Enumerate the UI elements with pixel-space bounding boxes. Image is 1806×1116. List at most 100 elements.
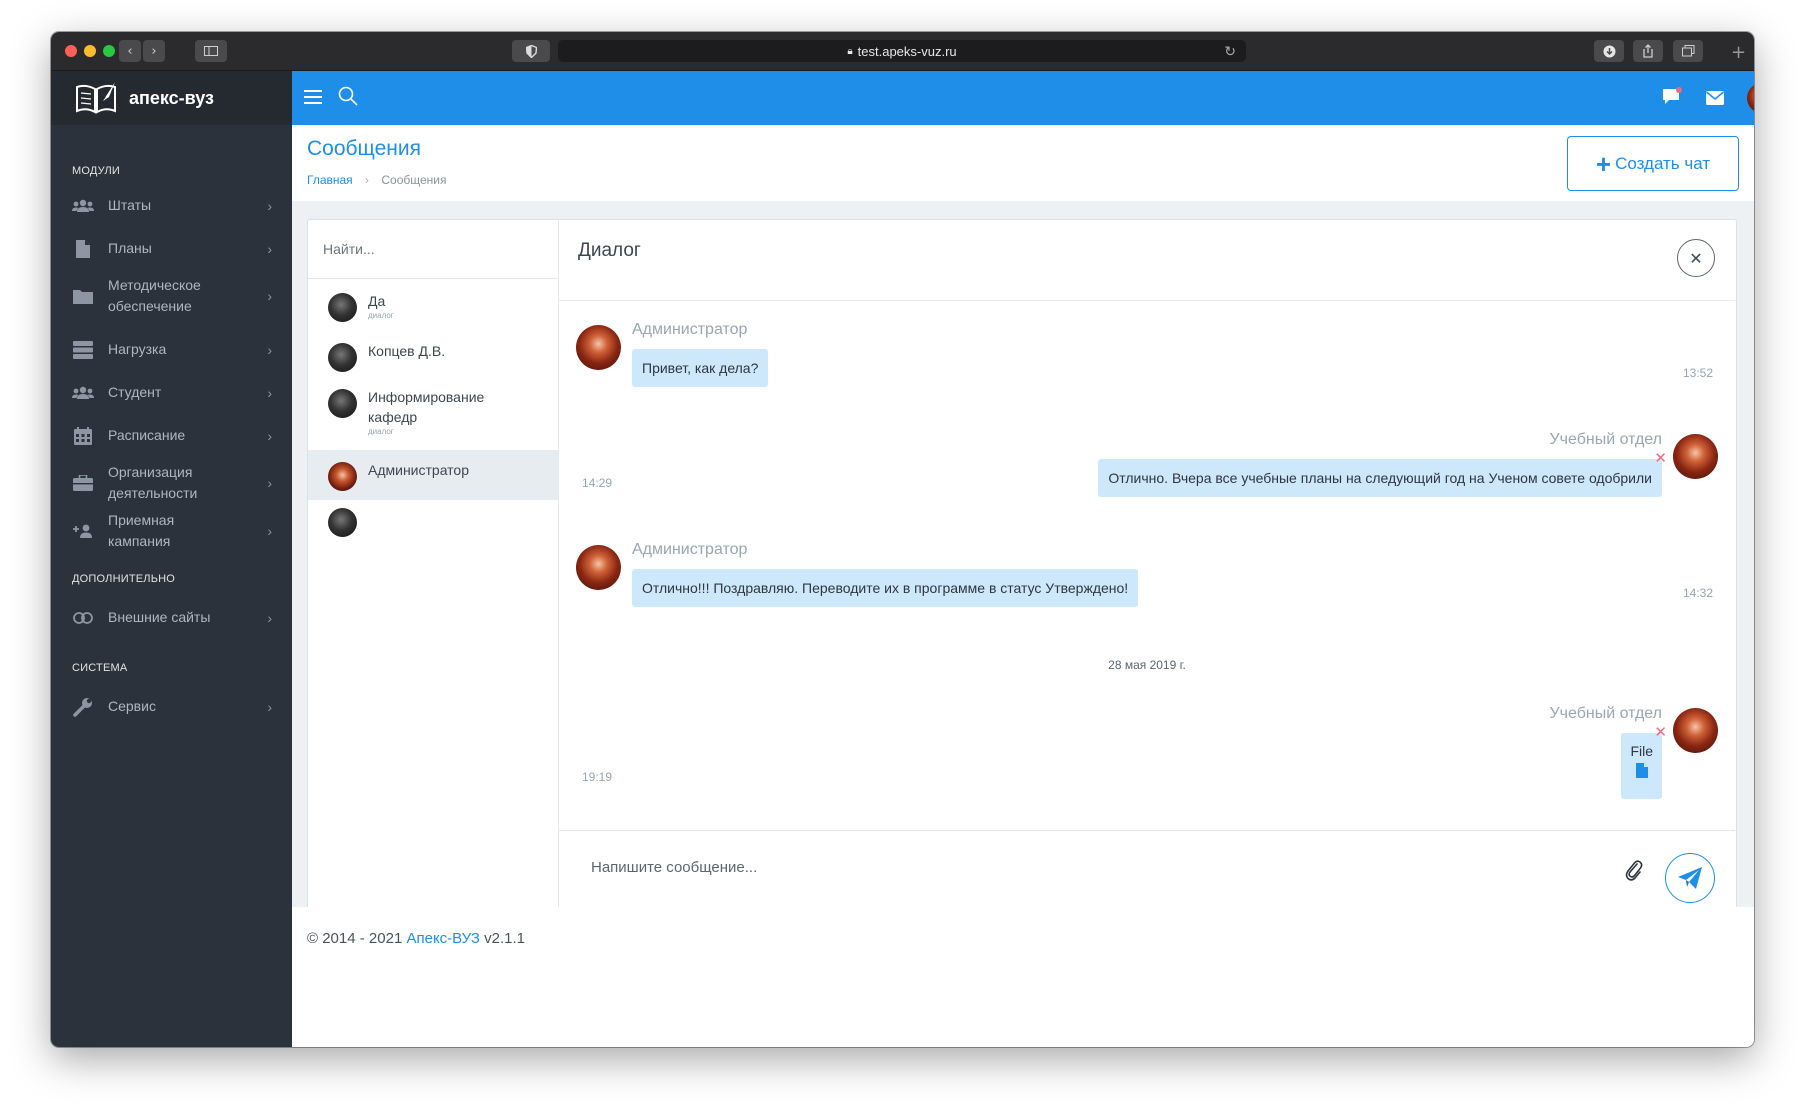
message-time: 19:19 [582,770,613,784]
calendar-icon [72,426,94,445]
contact-avatar [328,508,357,537]
wrench-icon [72,697,94,717]
sidebar-item-servis[interactable]: Сервис › [51,696,292,717]
reload-icon[interactable]: ↻ [1224,43,1236,60]
maximize-window-button[interactable] [103,45,115,57]
briefcase-icon [72,475,94,491]
user-avatar[interactable] [1747,83,1754,113]
contact-item-active[interactable]: Администратор [308,450,558,500]
dialog-title: Диалог [578,240,641,261]
file-icon [72,239,94,258]
contact-subtitle: диалог [368,427,394,436]
message-sender: Учебный отдел [1549,705,1662,722]
tabs-overview-icon[interactable] [1673,40,1703,62]
send-button[interactable] [1665,853,1715,903]
share-icon[interactable] [1633,40,1663,62]
contact-item[interactable]: Копцев Д.В. [308,331,558,381]
footer-copyright: © 2014 - 2021 [307,930,403,947]
user-plus-icon [72,524,94,538]
close-dialog-button[interactable]: ✕ [1677,239,1715,277]
sidebar-item-label: Расписание [108,427,186,443]
users-icon [72,386,94,400]
chevron-right-icon: › [267,609,272,626]
contact-avatar [328,389,357,418]
chevron-right-icon: › [267,197,272,214]
url-text: test.apeks-vuz.ru [857,43,957,59]
sidebar-item-raspisanie[interactable]: Расписание › [51,425,292,446]
breadcrumb-separator-icon: › [365,173,370,187]
file-message-bubble[interactable]: File [1621,733,1662,799]
logo[interactable]: апекс-вуз [51,71,292,125]
sidebar-item-label: Нагрузка [108,341,167,357]
menu-toggle-icon[interactable] [304,89,322,108]
message-bubble: Отлично. Вчера все учебные планы на след… [1098,459,1662,497]
back-icon[interactable]: ‹ [119,40,141,62]
delete-message-icon[interactable]: ✕ [1654,451,1667,466]
contact-name: Администратор [368,462,470,478]
contact-search-input[interactable]: Найти... [308,220,558,279]
chevron-right-icon: › [267,522,272,539]
message-time: 14:32 [1682,586,1713,600]
forward-icon[interactable]: › [143,40,165,62]
contact-avatar [328,343,357,372]
contact-subtitle: диалог [368,311,394,320]
browser-titlebar: ‹ › 🔒︎ test.apeks-vuz.ru ↻ + [51,32,1754,71]
message-sender: Администратор [632,541,748,558]
users-icon [72,199,94,213]
create-chat-button[interactable]: + Создать чат [1567,136,1739,191]
plus-icon: + [1595,148,1612,179]
dialog-area: Диалог ✕ Администратор Привет, как дела?… [559,220,1735,938]
book-logo-icon [76,82,116,114]
paperclip-icon[interactable] [1625,859,1643,885]
sidebar-item-metodicheskoe[interactable]: Методическое обеспечение › [51,275,292,317]
delete-message-icon[interactable]: ✕ [1654,725,1667,740]
contact-avatar [328,462,357,491]
file-icon [1635,763,1648,778]
section-title-additional: дополнительно [72,573,176,585]
server-icon [72,340,94,359]
chevron-right-icon: › [267,384,272,401]
sidebar-item-plany[interactable]: Планы › [51,238,292,259]
message-time: 14:29 [582,476,613,490]
chat-notification-icon[interactable] [1662,87,1682,111]
close-window-button[interactable] [65,45,77,57]
contact-name: Информирование кафедр [368,389,485,425]
main-content: Сообщения Главная › Сообщения + Создать … [292,125,1754,1047]
sidebar-item-vneshnie-saity[interactable]: Внешние сайты › [51,607,292,628]
sidebar-item-label: Организация деятельности [108,464,198,501]
sidebar-item-organizaciya[interactable]: Организация деятельности › [51,462,292,504]
footer: © 2014 - 2021 Апекс-ВУЗ v2.1.1 [292,907,1754,1047]
footer-brand-link[interactable]: Апекс-ВУЗ [406,930,479,947]
new-tab-icon[interactable]: + [1731,42,1746,63]
page-title: Сообщения [307,137,421,160]
mail-icon[interactable] [1706,90,1724,109]
message-input[interactable]: Напишите сообщение... [591,859,757,876]
page-header: Сообщения Главная › Сообщения + Создать … [292,125,1754,201]
sidebar-item-label: Студент [108,384,162,400]
sidebar-toggle-icon[interactable] [195,40,227,62]
contact-item[interactable]: Информирование кафедр диалог [308,381,558,446]
footer-text: © 2014 - 2021 Апекс-ВУЗ v2.1.1 [307,930,525,947]
search-placeholder: Найти... [323,241,375,257]
contact-name: Копцев Д.В. [368,343,446,359]
lock-icon: 🔒︎ [847,45,853,57]
minimize-window-button[interactable] [84,45,96,57]
sidebar-item-shtaty[interactable]: Штаты › [51,195,292,216]
sidebar-item-label: Внешние сайты [108,609,211,625]
breadcrumb-home-link[interactable]: Главная [307,173,353,187]
search-icon[interactable] [338,86,358,110]
contact-avatar [328,293,357,322]
chevron-right-icon: › [267,288,272,304]
address-bar[interactable]: 🔒︎ test.apeks-vuz.ru ↻ [558,40,1246,62]
downloads-icon[interactable] [1594,40,1624,62]
sidebar-item-student[interactable]: Студент › [51,382,292,403]
privacy-shield-icon[interactable] [512,40,550,62]
breadcrumb-current: Сообщения [381,173,447,187]
contact-item[interactable]: Да диалог [308,281,558,331]
contact-item[interactable] [308,500,558,550]
sidebar-item-label: Сервис [108,698,156,714]
sidebar-item-priemnaya[interactable]: Приемная кампания › [51,512,292,549]
contacts-list: Найти... Да диалог Копцев Д.В. Информиро… [308,220,559,925]
message-bubble: Отлично!!! Поздравляю. Переводите их в п… [632,569,1139,607]
sidebar-item-nagruzka[interactable]: Нагрузка › [51,339,292,360]
